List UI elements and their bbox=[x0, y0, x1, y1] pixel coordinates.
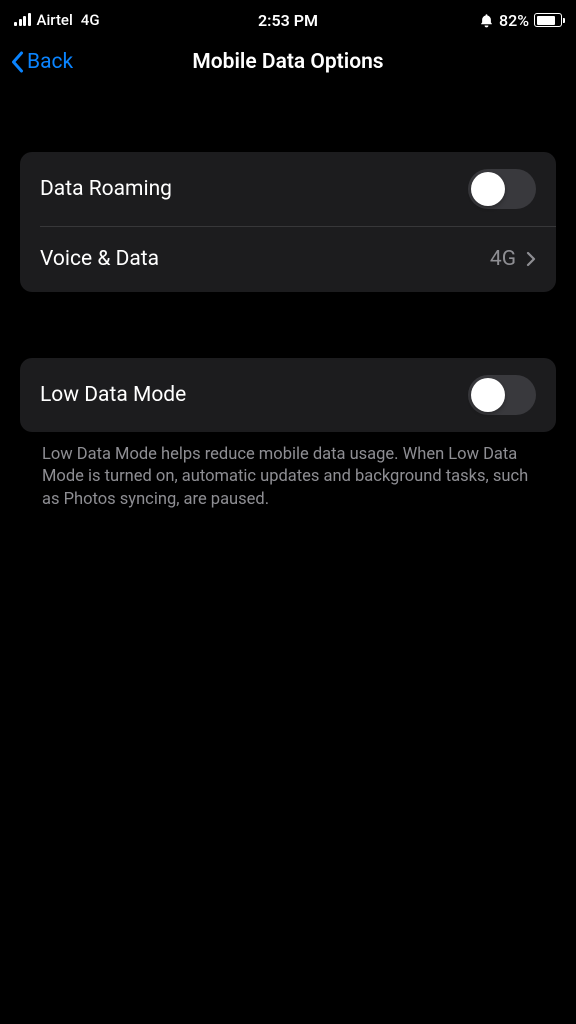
status-bar-left: Airtel 4G bbox=[14, 11, 100, 29]
chevron-left-icon bbox=[10, 51, 24, 73]
row-value: 4G bbox=[490, 247, 516, 271]
chevron-right-icon bbox=[526, 251, 536, 267]
status-bar-time: 2:53 PM bbox=[258, 11, 318, 30]
low-data-mode-toggle[interactable] bbox=[468, 375, 536, 415]
row-low-data-mode[interactable]: Low Data Mode bbox=[20, 358, 556, 432]
battery-icon bbox=[534, 13, 562, 27]
group-footer-text: Low Data Mode helps reduce mobile data u… bbox=[20, 432, 556, 511]
page-title: Mobile Data Options bbox=[192, 50, 383, 74]
status-bar-right: 82% bbox=[479, 11, 562, 30]
alarm-icon bbox=[479, 13, 494, 28]
row-voice-and-data[interactable]: Voice & Data 4G bbox=[20, 226, 556, 292]
data-roaming-toggle[interactable] bbox=[468, 169, 536, 209]
settings-group-1: Data Roaming Voice & Data 4G bbox=[20, 152, 556, 292]
navigation-bar: Back Mobile Data Options bbox=[0, 36, 576, 92]
network-type: 4G bbox=[81, 11, 100, 29]
signal-strength-icon bbox=[14, 14, 31, 26]
row-label: Data Roaming bbox=[40, 177, 172, 201]
back-label: Back bbox=[27, 50, 73, 74]
row-data-roaming[interactable]: Data Roaming bbox=[20, 152, 556, 226]
carrier-name: Airtel bbox=[37, 11, 73, 29]
toggle-knob bbox=[471, 378, 505, 412]
toggle-knob bbox=[471, 172, 505, 206]
row-label: Low Data Mode bbox=[40, 383, 186, 407]
back-button[interactable]: Back bbox=[10, 50, 73, 74]
settings-content: Data Roaming Voice & Data 4G Low Data Mo… bbox=[0, 152, 576, 511]
row-accessory: 4G bbox=[490, 247, 536, 271]
battery-percent: 82% bbox=[499, 11, 529, 30]
row-label: Voice & Data bbox=[40, 247, 159, 271]
status-bar: Airtel 4G 2:53 PM 82% bbox=[0, 0, 576, 36]
settings-group-2: Low Data Mode bbox=[20, 358, 556, 432]
